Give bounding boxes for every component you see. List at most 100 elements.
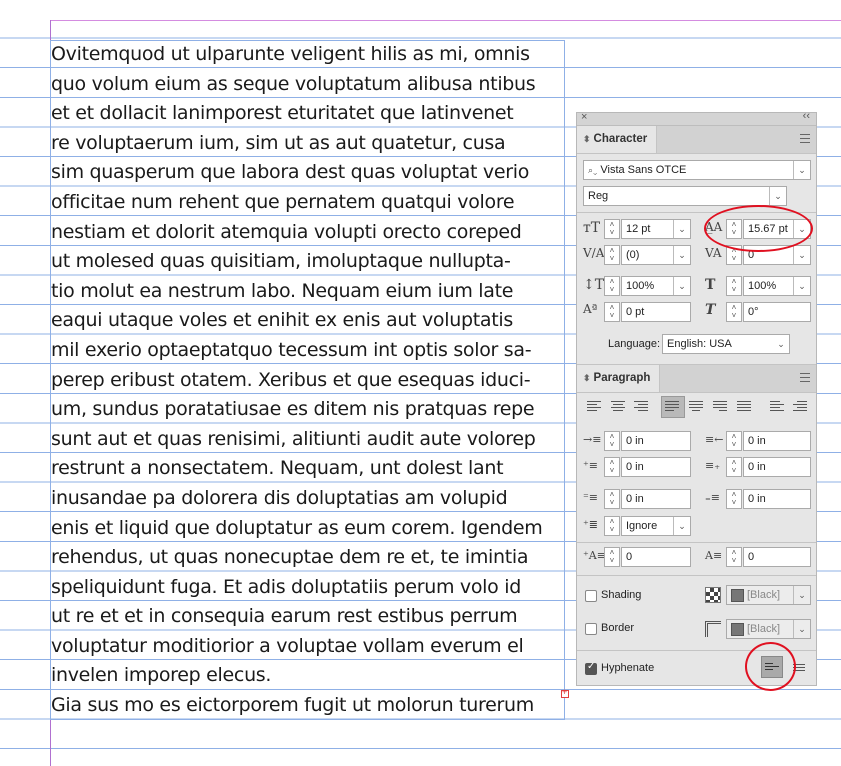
align-toward-spine-button[interactable] xyxy=(770,399,786,415)
text-frame-out-port[interactable] xyxy=(561,687,569,698)
balance-lines-highlight-circle xyxy=(745,642,796,691)
panel-menu-icon[interactable] xyxy=(800,373,810,382)
tab-character[interactable]: ⬍ Character xyxy=(577,126,657,153)
horizontal-scale-stepper[interactable]: ˄ ˅ xyxy=(726,276,742,296)
panel-title-bar[interactable]: × ‹‹ xyxy=(577,110,816,126)
hyphenate-label: Hyphenate xyxy=(601,662,655,674)
skew-field[interactable]: 0° xyxy=(743,302,811,322)
border-checkbox[interactable] xyxy=(585,623,597,635)
text-line: tio molut ea nestrum labo. Nequam eium i… xyxy=(51,279,514,302)
text-line: speliquidunt fuga. Et adis doluptatiis p… xyxy=(51,575,521,598)
drop-cap-chars-stepper[interactable]: ˄ ˅ xyxy=(726,547,742,567)
panel-collapse-button[interactable]: ‹‹ xyxy=(803,110,810,122)
language-select[interactable]: English: USA ⌄ xyxy=(662,334,790,354)
space-before-stepper[interactable]: ˄ ˅ xyxy=(604,489,620,509)
chevron-down-icon[interactable]: ⌄ xyxy=(793,586,810,604)
space-after-icon: ₌≡ xyxy=(705,491,721,504)
space-after-stepper[interactable]: ˄ ˅ xyxy=(726,489,742,509)
right-indent-stepper[interactable]: ˄ ˅ xyxy=(726,431,742,451)
right-indent-field[interactable]: 0 in xyxy=(743,431,811,451)
divider xyxy=(577,542,816,543)
border-color-select[interactable]: [Black] ⌄ xyxy=(726,619,811,639)
drop-cap-chars-field[interactable]: 0 xyxy=(743,547,811,567)
align-to-grid-stepper[interactable]: ˄ ˅ xyxy=(604,516,620,536)
chevron-down-icon[interactable]: ⌄ xyxy=(673,220,690,238)
tab-paragraph[interactable]: ⬍ Paragraph xyxy=(577,365,660,392)
left-indent-field[interactable]: 0 in xyxy=(621,431,691,451)
left-indent-stepper[interactable]: ˄ ˅ xyxy=(604,431,620,451)
chevron-down-icon[interactable]: ⌄ xyxy=(793,246,810,264)
kerning-icon: V/A xyxy=(583,246,605,260)
space-after-value: 0 in xyxy=(748,493,766,505)
chevron-updown-icon: ⬍ xyxy=(583,134,591,144)
kerning-field[interactable]: (0) ⌄ xyxy=(621,245,691,265)
drop-cap-chars-value: 0 xyxy=(748,551,755,563)
chevron-down-icon[interactable]: ⌄ xyxy=(773,335,789,353)
drop-cap-lines-field[interactable]: 0 xyxy=(621,547,691,567)
right-indent-icon: ≡← xyxy=(705,433,724,446)
font-size-stepper[interactable]: ˄ ˅ xyxy=(604,219,620,239)
text-line: perep eribust otatem. Xeribus et que ese… xyxy=(51,368,531,391)
drop-cap-lines-stepper[interactable]: ˄ ˅ xyxy=(604,547,620,567)
border-corner-icon[interactable] xyxy=(705,621,721,637)
chevron-down-icon[interactable]: ⌄ xyxy=(673,277,690,295)
chevron-down-icon[interactable]: ⌄ xyxy=(673,246,690,264)
align-to-grid-icon: ⁺≣ xyxy=(583,518,599,531)
horizontal-scale-icon: T xyxy=(705,277,716,293)
baseline-shift-stepper[interactable]: ˄ ˅ xyxy=(604,302,620,322)
text-line: enis et liquid que doluptatur as eum cor… xyxy=(51,516,543,539)
tab-paragraph-label: Paragraph xyxy=(593,372,651,384)
justify-all-button[interactable] xyxy=(737,399,753,415)
shading-swatch-icon[interactable] xyxy=(705,587,721,603)
chevron-down-icon[interactable]: ⌄ xyxy=(793,161,810,179)
align-left-button[interactable] xyxy=(587,399,603,415)
chevron-down-icon[interactable]: ⌄ xyxy=(673,517,690,535)
text-line: quo volum eium as seque voluptatum alibu… xyxy=(51,72,536,95)
vertical-scale-value: 100% xyxy=(626,280,655,292)
chevron-down-icon[interactable]: ⌄ xyxy=(793,277,810,295)
right-indent-value: 0 in xyxy=(748,435,766,447)
space-before-field[interactable]: 0 in xyxy=(621,489,691,509)
last-line-indent-stepper[interactable]: ˄ ˅ xyxy=(726,457,742,477)
chevron-down-icon[interactable]: ⌄ xyxy=(769,187,786,205)
align-to-grid-value: Ignore xyxy=(626,520,658,532)
last-line-indent-field[interactable]: 0 in xyxy=(743,457,811,477)
skew-stepper[interactable]: ˄ ˅ xyxy=(726,302,742,322)
shading-label: Shading xyxy=(601,589,642,601)
story-text[interactable]: Ovitemquod ut ulparunte veligent hilis a… xyxy=(51,40,567,721)
shading-checkbox[interactable] xyxy=(585,590,597,602)
font-family-field[interactable]: ⌕⌄ Vista Sans OTCE ⌄ xyxy=(583,160,811,180)
vertical-scale-icon: ↕T xyxy=(583,277,605,293)
shading-color-value: [Black] xyxy=(747,589,781,601)
chevron-down-icon[interactable]: ⌄ xyxy=(793,620,810,638)
language-label: Language: xyxy=(608,338,660,350)
shading-color-select[interactable]: [Black] ⌄ xyxy=(726,585,811,605)
font-size-field[interactable]: 12 pt ⌄ xyxy=(621,219,691,239)
panel-close-button[interactable]: × xyxy=(581,111,587,123)
space-after-field[interactable]: 0 in xyxy=(743,489,811,509)
text-line: ut re et et in consequia earum rest esti… xyxy=(51,605,518,628)
text-line: sunt aut et quas renisimi, alitiunti aud… xyxy=(51,427,536,450)
align-to-grid-select[interactable]: Ignore ⌄ xyxy=(621,516,691,536)
left-indent-value: 0 in xyxy=(626,435,644,447)
first-line-indent-stepper[interactable]: ˄ ˅ xyxy=(604,457,620,477)
align-center-button[interactable] xyxy=(611,399,627,415)
align-away-spine-button[interactable] xyxy=(793,399,809,415)
justify-center-button[interactable] xyxy=(689,399,705,415)
vertical-scale-stepper[interactable]: ˄ ˅ xyxy=(604,276,620,296)
align-right-button[interactable] xyxy=(634,399,650,415)
horizontal-scale-field[interactable]: 100% ⌄ xyxy=(743,276,811,296)
first-line-indent-value: 0 in xyxy=(626,461,644,473)
panel-menu-icon[interactable] xyxy=(800,134,810,143)
vertical-scale-field[interactable]: 100% ⌄ xyxy=(621,276,691,296)
text-line: Ovitemquod ut ulparunte veligent hilis a… xyxy=(51,43,530,65)
baseline-shift-field[interactable]: 0 pt xyxy=(621,302,691,322)
justify-right-button[interactable] xyxy=(713,399,729,415)
first-line-indent-field[interactable]: 0 in xyxy=(621,457,691,477)
kerning-stepper[interactable]: ˄ ˅ xyxy=(604,245,620,265)
hyphenate-checkbox[interactable] xyxy=(585,661,597,675)
text-line: Gia sus mo es eictorporem fugit ut molor… xyxy=(51,694,534,717)
last-line-indent-icon: ≡₊ xyxy=(705,459,721,472)
leading-highlight-circle xyxy=(704,205,813,252)
font-style-field[interactable]: Reg ⌄ xyxy=(583,186,787,206)
